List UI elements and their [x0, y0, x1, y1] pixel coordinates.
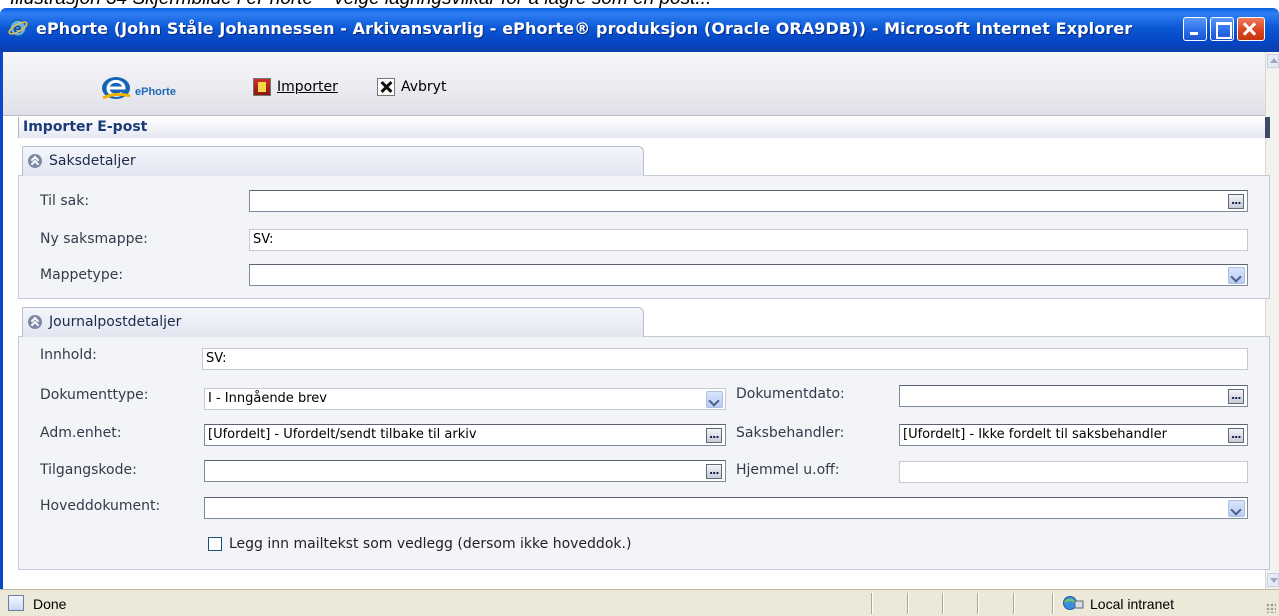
- dokumenttype-select[interactable]: I - Inngående brev: [204, 388, 726, 410]
- adm-enhet-field[interactable]: [Ufordelt] - Ufordelt/sendt tilbake til …: [204, 424, 726, 446]
- chevron-down-icon[interactable]: [1228, 267, 1245, 284]
- adm-enhet-browse-button[interactable]: [706, 425, 722, 445]
- cancel-icon: [377, 78, 395, 96]
- minimize-button[interactable]: [1183, 17, 1207, 41]
- status-divider: [871, 593, 873, 614]
- scroll-down-icon[interactable]: [1267, 573, 1279, 587]
- journalpostdetaljer-tab-label: Journalpostdetaljer: [49, 314, 182, 330]
- chevron-down-icon[interactable]: [706, 391, 723, 408]
- resize-grip-icon[interactable]: [1266, 603, 1276, 613]
- status-divider: [1013, 593, 1015, 614]
- dokumentdato-field[interactable]: [899, 385, 1248, 407]
- dokumenttype-value: I - Inngående brev: [208, 391, 327, 406]
- hoveddokument-label: Hoveddokument:: [40, 498, 161, 514]
- tilgangskode-label: Tilgangskode:: [40, 462, 137, 478]
- mailtekst-vedlegg-checkbox[interactable]: [208, 537, 222, 551]
- import-icon: [253, 78, 271, 96]
- logo-text: ePhorte: [135, 86, 176, 98]
- saksbehandler-label: Saksbehandler:: [736, 425, 845, 441]
- chevron-down-icon[interactable]: [1228, 500, 1245, 517]
- collapse-icon[interactable]: [28, 154, 42, 168]
- mappetype-select[interactable]: [249, 264, 1248, 286]
- journalpostdetaljer-panel: [18, 336, 1270, 570]
- status-divider: [942, 593, 944, 614]
- status-text: Done: [33, 596, 67, 612]
- document-caption-fragment: Illustrasjon 34 Skjermbilde i ePhorte – …: [0, 0, 1279, 8]
- adm-enhet-value: [Ufordelt] - Ufordelt/sendt tilbake til …: [208, 427, 477, 442]
- maximize-button[interactable]: [1210, 17, 1234, 41]
- status-divider: [977, 593, 979, 614]
- hjemmel-input[interactable]: [899, 461, 1248, 483]
- hjemmel-label: Hjemmel u.off:: [736, 462, 840, 478]
- close-window-button[interactable]: [1237, 17, 1265, 41]
- internet-explorer-icon: e: [8, 19, 28, 37]
- status-divider: [1052, 593, 1054, 614]
- til-sak-browse-button[interactable]: [1228, 191, 1244, 211]
- til-sak-label: Til sak:: [40, 193, 90, 209]
- journalpostdetaljer-tab[interactable]: Journalpostdetaljer: [22, 307, 644, 337]
- hoveddokument-select[interactable]: [204, 497, 1248, 519]
- dokumenttype-label: Dokumenttype:: [40, 387, 149, 403]
- dokumentdato-browse-button[interactable]: [1228, 386, 1244, 406]
- ny-saksmappe-label: Ny saksmappe:: [40, 231, 148, 247]
- mailtekst-vedlegg-label[interactable]: Legg inn mailtekst som vedlegg (dersom i…: [229, 536, 631, 552]
- security-zone-text: Local intranet: [1090, 596, 1175, 612]
- ny-saksmappe-value: SV:: [253, 232, 274, 247]
- scroll-up-icon[interactable]: [1267, 54, 1279, 68]
- innhold-label: Innhold:: [40, 347, 97, 363]
- ny-saksmappe-input[interactable]: SV:: [249, 229, 1248, 251]
- cancel-button[interactable]: Avbryt: [377, 76, 446, 98]
- innhold-value: SV:: [206, 351, 227, 366]
- saksbehandler-field[interactable]: [Ufordelt] - Ikke fordelt til saksbehand…: [899, 424, 1248, 446]
- window-title-bar[interactable]: e ePhorte (John Ståle Johannessen - Arki…: [0, 8, 1279, 52]
- status-divider: [907, 593, 909, 614]
- window-title: ePhorte (John Ståle Johannessen - Arkiva…: [36, 19, 1133, 38]
- status-bar: Done Local intranet: [0, 589, 1279, 616]
- adm-enhet-label: Adm.enhet:: [40, 425, 122, 441]
- til-sak-field[interactable]: [249, 190, 1248, 212]
- saksbehandler-browse-button[interactable]: [1228, 425, 1244, 445]
- import-button[interactable]: Importer: [253, 76, 338, 98]
- saksdetaljer-tab-label: Saksdetaljer: [49, 153, 136, 169]
- app-toolbar: ePhorte Importer Avbryt: [3, 52, 1265, 116]
- page-done-icon: [8, 595, 24, 611]
- local-intranet-icon: [1063, 596, 1084, 610]
- tilgangskode-browse-button[interactable]: [706, 461, 722, 481]
- page-title: Importer E-post: [18, 117, 1270, 138]
- saksbehandler-value: [Ufordelt] - Ikke fordelt til saksbehand…: [903, 427, 1167, 442]
- saksdetaljer-tab[interactable]: Saksdetaljer: [22, 146, 644, 176]
- dokumentdato-label: Dokumentdato:: [736, 386, 845, 402]
- import-label: Importer: [277, 79, 338, 95]
- ephorte-logo-icon: [102, 77, 131, 100]
- mappetype-label: Mappetype:: [40, 267, 124, 283]
- tilgangskode-field[interactable]: [204, 460, 726, 482]
- caption-text: Illustrasjon 34 Skjermbilde i ePhorte – …: [10, 0, 711, 8]
- innhold-input[interactable]: SV:: [202, 348, 1248, 370]
- collapse-icon[interactable]: [28, 315, 42, 329]
- cancel-label: Avbryt: [401, 79, 447, 95]
